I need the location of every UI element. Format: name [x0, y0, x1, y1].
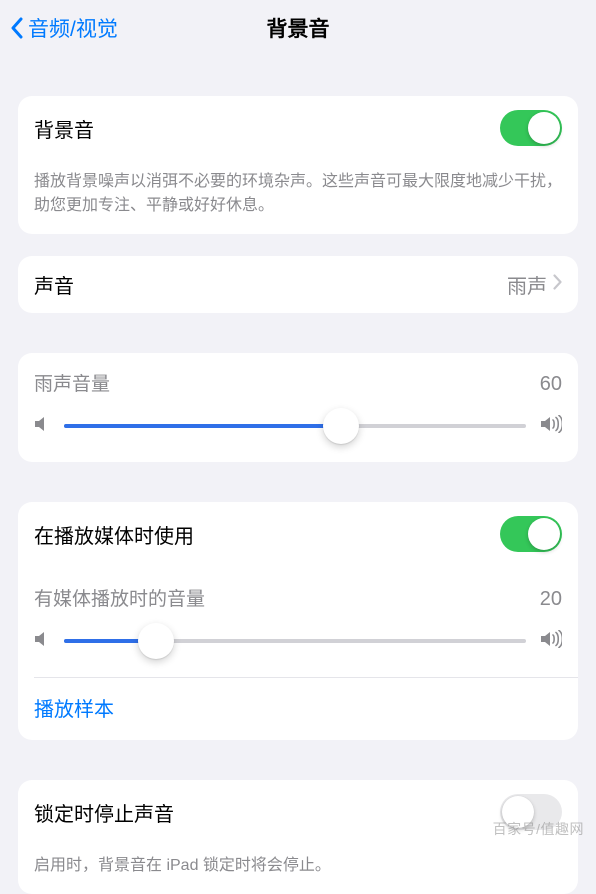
- chevron-right-icon: [553, 274, 562, 295]
- volume-low-icon: [34, 630, 50, 653]
- row-use-with-media: 在播放媒体时使用: [18, 502, 578, 566]
- row-sound[interactable]: 声音 雨声: [18, 256, 578, 313]
- group-rain-volume: 雨声音量 60: [18, 353, 578, 462]
- background-sound-label: 背景音: [34, 114, 500, 143]
- rain-volume-value: 60: [540, 373, 562, 396]
- row-background-sound: 背景音: [18, 96, 578, 160]
- volume-high-icon: [540, 630, 562, 653]
- use-with-media-label: 在播放媒体时使用: [34, 520, 500, 549]
- sound-label: 声音: [34, 270, 507, 299]
- media-volume-value: 20: [540, 588, 562, 611]
- group-lock-stop: 锁定时停止声音 启用时，背景音在 iPad 锁定时将会停止。: [18, 780, 578, 894]
- stop-on-lock-label: 锁定时停止声音: [34, 798, 500, 827]
- sound-value: 雨声: [507, 270, 547, 299]
- volume-low-icon: [34, 415, 50, 438]
- background-sound-toggle[interactable]: [500, 110, 562, 146]
- play-sample-button[interactable]: 播放样本: [34, 699, 114, 721]
- back-label: 音频/视觉: [28, 13, 118, 43]
- back-button[interactable]: 音频/视觉: [0, 13, 118, 43]
- stop-on-lock-toggle[interactable]: [500, 794, 562, 830]
- stop-on-lock-footer: 启用时，背景音在 iPad 锁定时将会停止。: [18, 844, 578, 894]
- group-media: 在播放媒体时使用 有媒体播放时的音量 20 播放样本: [18, 502, 578, 740]
- group-background-sound: 背景音 播放背景噪声以消弭不必要的环境杂声。这些声音可最大限度地减少干扰，助您更…: [18, 96, 578, 234]
- use-with-media-toggle[interactable]: [500, 516, 562, 552]
- background-sound-footer: 播放背景噪声以消弭不必要的环境杂声。这些声音可最大限度地减少干扰，助您更加专注、…: [18, 160, 578, 234]
- row-stop-on-lock: 锁定时停止声音: [18, 780, 578, 844]
- volume-high-icon: [540, 415, 562, 438]
- media-volume-slider[interactable]: [64, 623, 526, 659]
- group-sound: 声音 雨声: [18, 256, 578, 313]
- rain-volume-title: 雨声音量: [34, 369, 110, 396]
- navigation-bar: 音频/视觉 背景音: [0, 0, 596, 56]
- rain-volume-slider[interactable]: [64, 408, 526, 444]
- chevron-left-icon: [8, 16, 24, 40]
- media-volume-title: 有媒体播放时的音量: [34, 584, 205, 611]
